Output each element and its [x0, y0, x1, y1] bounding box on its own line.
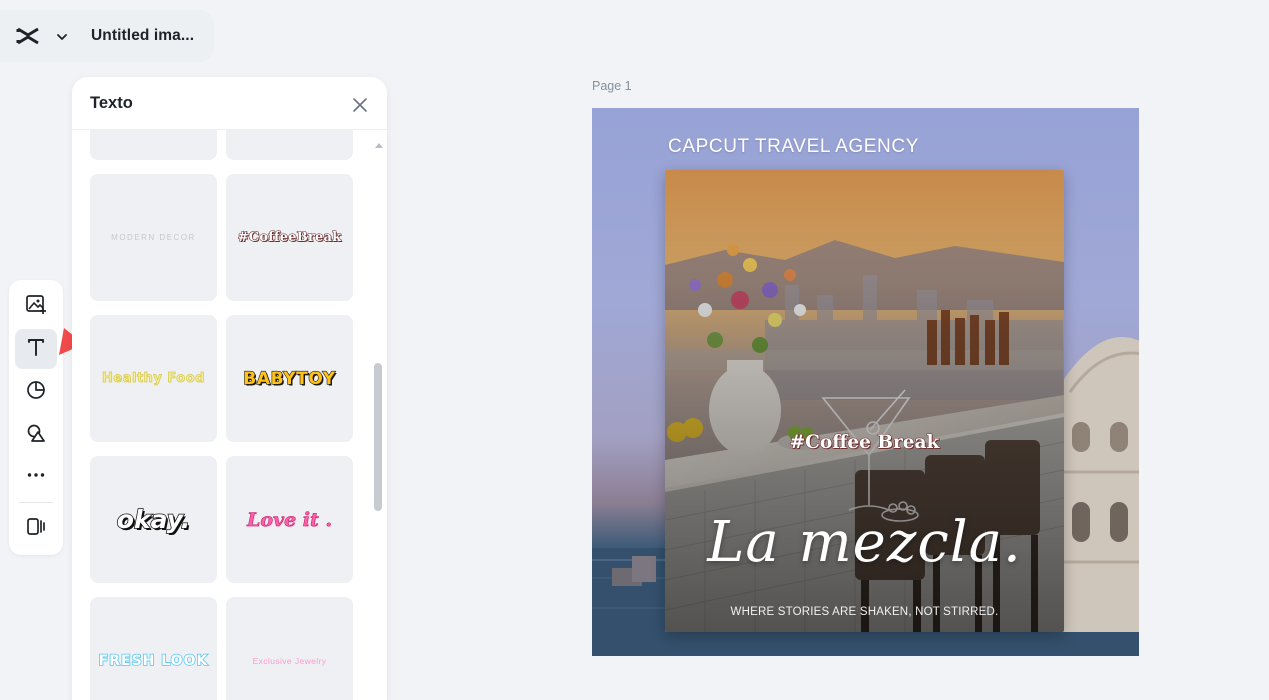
preset-text: okay. [116, 504, 191, 535]
scroll-up-icon[interactable] [374, 136, 384, 148]
text-icon [25, 336, 47, 363]
text-preset-card[interactable] [226, 130, 353, 160]
text-preset-modern-decor[interactable]: MODERN DECOR [90, 174, 217, 301]
panel-title: Texto [90, 94, 133, 112]
text-preset-fresh-look[interactable]: FRESH LOOK [90, 597, 217, 700]
tagline-text[interactable]: WHERE STORIES ARE SHAKEN, NOT STIRRED. [665, 606, 1064, 618]
text-panel: Texto MODERN DECOR #CoffeeBreak Healthy … [72, 77, 387, 700]
agency-heading[interactable]: CAPCUT TRAVEL AGENCY [668, 136, 919, 158]
script-title-text[interactable]: La mezcla. [665, 510, 1064, 575]
app-header: Untitled ima... [0, 10, 214, 62]
panel-toggle-button[interactable] [15, 508, 57, 548]
tool-rail [9, 280, 63, 555]
building-illustration [1062, 337, 1139, 632]
hashtag-text[interactable]: #Coffee Break [665, 431, 1064, 453]
preset-text: FRESH LOOK [98, 652, 209, 670]
close-icon[interactable] [351, 96, 369, 114]
text-preset-card[interactable] [90, 130, 217, 160]
scrollbar-thumb[interactable] [374, 363, 382, 511]
preset-text: Healthy Food [102, 371, 205, 387]
more-icon [25, 464, 47, 491]
text-preset-love-it[interactable]: Love it . [226, 456, 353, 583]
text-preset-grid: MODERN DECOR #CoffeeBreak Healthy Food B… [72, 130, 372, 700]
text-preset-healthy-food[interactable]: Healthy Food [90, 315, 217, 442]
document-title[interactable]: Untitled ima... [91, 27, 194, 45]
chevron-down-icon[interactable] [55, 30, 69, 44]
more-tools-button[interactable] [15, 457, 57, 497]
preset-text: #CoffeeBreak [237, 229, 342, 245]
rail-divider [19, 502, 53, 503]
elements-icon [25, 422, 47, 449]
text-tool-button[interactable] [15, 329, 57, 369]
preset-text: Exclusive Jewelry [252, 655, 327, 666]
bar-photo[interactable]: #Coffee Break La mezcla. WHERE STORIES A… [665, 170, 1064, 632]
text-preset-coffee-break[interactable]: #CoffeeBreak [226, 174, 353, 301]
panel-toggle-icon [25, 515, 47, 542]
elements-tool-button[interactable] [15, 415, 57, 455]
capcut-logo-icon[interactable] [15, 24, 41, 48]
preset-text: MODERN DECOR [111, 233, 196, 242]
image-add-tool-button[interactable] [15, 286, 57, 326]
preset-text: BABYTOY [243, 368, 336, 389]
text-preset-okay[interactable]: okay. [90, 456, 217, 583]
text-preset-babytoy[interactable]: BABYTOY [226, 315, 353, 442]
text-preset-exclusive-jewelry[interactable]: Exclusive Jewelry [226, 597, 353, 700]
image-add-icon [25, 293, 47, 320]
page-label: Page 1 [592, 79, 632, 93]
preset-text: Love it . [247, 508, 333, 531]
shapes-tool-button[interactable] [15, 372, 57, 412]
design-canvas[interactable]: CAPCUT TRAVEL AGENCY #Coffee Break La me… [592, 108, 1139, 656]
shapes-icon [25, 379, 47, 406]
